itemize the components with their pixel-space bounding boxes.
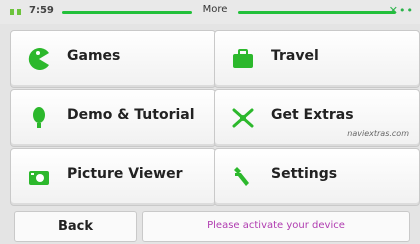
lightbulb-icon [25,104,53,132]
games-icon [25,45,53,73]
wrench-icon [229,163,257,191]
games-label: Games [67,48,121,64]
picture-viewer-button[interactable]: Picture Viewer [10,148,216,206]
games-button[interactable]: Games [10,30,216,88]
status-bar: 7:59 More ✕•• [0,0,420,24]
extras-url: naviextras.com [347,129,409,138]
demo-tutorial-button[interactable]: Demo & Tutorial [10,89,216,147]
back-button[interactable]: Back [14,211,137,242]
travel-button[interactable]: Travel [214,30,420,88]
signal-icon [10,9,21,15]
clock: 7:59 [29,5,54,16]
camera-icon [25,163,53,191]
settings-label: Settings [271,166,338,182]
activation-notice-label: Please activate your device [207,220,345,231]
suitcase-icon [229,45,257,73]
gps-status-icon: ✕•• [388,4,414,17]
demo-label: Demo & Tutorial [67,107,195,123]
status-divider-right [238,11,396,14]
extras-icon [229,104,257,132]
extras-label: Get Extras [271,107,354,123]
status-divider-left [62,11,192,14]
back-label: Back [57,219,94,234]
travel-label: Travel [271,48,319,64]
get-extras-button[interactable]: Get Extras naviextras.com [214,89,420,147]
page-title: More [202,4,228,15]
activation-notice[interactable]: Please activate your device [142,211,410,242]
picture-viewer-label: Picture Viewer [67,166,183,182]
settings-button[interactable]: Settings [214,148,420,206]
